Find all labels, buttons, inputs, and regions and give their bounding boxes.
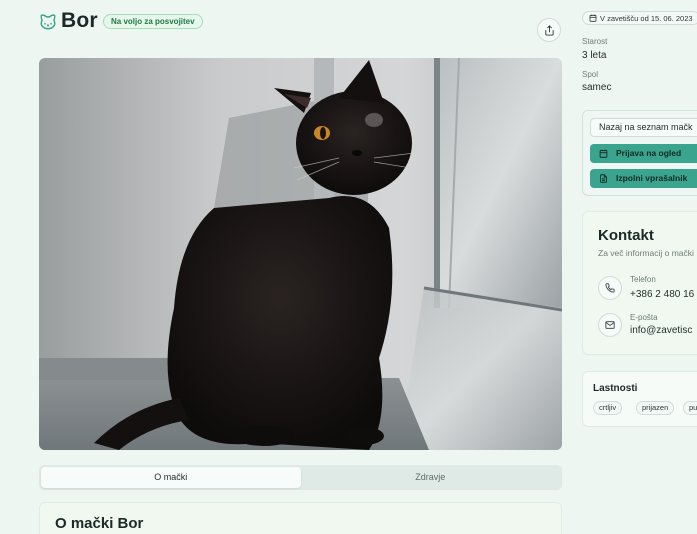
- traits-title: Lastnosti: [593, 383, 638, 394]
- trait-chip: prijazen: [636, 401, 675, 415]
- trait-chip: crtljiv: [593, 401, 623, 415]
- contact-title: Kontakt: [598, 227, 654, 244]
- questionnaire-button[interactable]: Izpolni vprašalnik: [590, 169, 697, 188]
- calendar-icon: [589, 14, 597, 22]
- page-title: Bor: [61, 9, 98, 32]
- shelter-date-text: V zavetišču od 15. 06. 2023: [600, 13, 693, 23]
- age-label: Starost: [582, 37, 608, 46]
- share-button[interactable]: [537, 18, 561, 42]
- phone-icon-wrapper: [598, 276, 622, 300]
- tab-about[interactable]: O mački: [41, 467, 301, 488]
- email-value[interactable]: info@zavetisc: [630, 325, 692, 336]
- shelter-date-badge: V zavetišču od 15. 06. 2023: [582, 11, 697, 25]
- traits-card: [582, 371, 697, 427]
- status-badge: Na voljo za posvojitev: [103, 14, 203, 29]
- email-icon-wrapper: [598, 313, 622, 337]
- sex-label: Spol: [582, 70, 599, 79]
- back-to-list-button[interactable]: Nazaj na seznam mačk: [590, 118, 697, 137]
- age-value: 3 leta: [582, 50, 607, 61]
- share-icon: [544, 24, 554, 36]
- mail-icon: [605, 321, 615, 329]
- questionnaire-label: Izpolni vprašalnik: [616, 173, 688, 183]
- calendar-icon: [599, 149, 608, 158]
- tab-bar: O mački Zdravje: [39, 465, 562, 490]
- email-label: E-pošta: [630, 313, 658, 322]
- cat-photo: [39, 58, 562, 450]
- document-icon: [600, 174, 607, 183]
- phone-label: Telefon: [630, 275, 656, 284]
- phone-icon: [605, 283, 615, 293]
- cat-icon: [40, 14, 56, 30]
- tab-health[interactable]: Zdravje: [301, 467, 561, 488]
- phone-value[interactable]: +386 2 480 16: [630, 289, 694, 300]
- sex-value: samec: [582, 82, 612, 93]
- contact-subtitle: Za več informacij o mački: [598, 248, 694, 258]
- visit-request-button[interactable]: Prijava na ogled: [590, 144, 697, 163]
- about-title: O mački Bor: [55, 515, 144, 532]
- visit-request-label: Prijava na ogled: [616, 148, 682, 158]
- trait-chip: pu: [683, 401, 697, 415]
